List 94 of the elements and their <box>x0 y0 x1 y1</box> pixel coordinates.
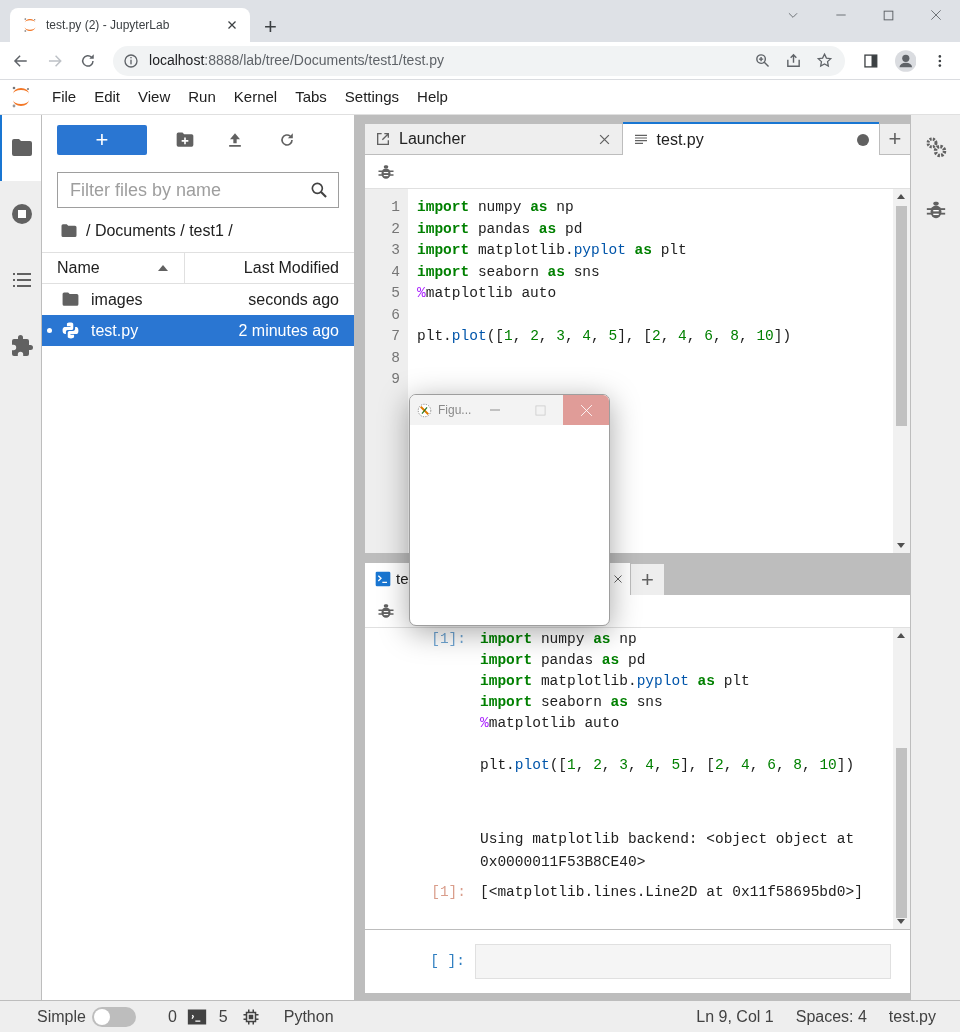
bug-icon[interactable] <box>377 162 395 181</box>
editor-tab[interactable]: test.py <box>622 122 880 155</box>
close-icon <box>579 403 593 417</box>
filter-field[interactable]: Filter files by name <box>57 172 339 208</box>
add-tab-button[interactable]: + <box>880 124 910 155</box>
code-line: import seaborn as sns <box>417 262 601 282</box>
bug-icon[interactable] <box>924 199 947 221</box>
line-number: 1 <box>390 198 400 217</box>
code-line: import pandas as pd <box>480 651 647 670</box>
code-line: import numpy as np <box>480 630 638 649</box>
kernel-name[interactable]: Python <box>283 1004 334 1029</box>
activity-tab[interactable] <box>0 115 41 181</box>
breadcrumb-path[interactable]: / Documents / test1 / <box>86 219 233 243</box>
editor-tab[interactable]: Launcher <box>365 124 622 155</box>
folder-icon <box>61 290 80 309</box>
side-panel-icon[interactable] <box>862 52 879 69</box>
share-icon[interactable] <box>784 52 802 69</box>
console-input-field[interactable] <box>475 944 891 979</box>
puzzle-icon <box>9 334 34 358</box>
line-number: 5 <box>390 284 400 303</box>
profile-icon[interactable] <box>894 49 917 72</box>
file-name: test.py <box>91 320 140 341</box>
file-name: images <box>91 289 144 310</box>
kernel-count: 5 <box>218 1006 228 1027</box>
stdout-text: Using matplotlib backend: <object object at 0x0000011F53B8CE40> <box>480 830 856 872</box>
close-icon[interactable] <box>612 573 624 585</box>
bug-icon[interactable] <box>377 602 395 620</box>
line-number: 8 <box>390 348 400 368</box>
file-row[interactable]: images seconds ago <box>42 284 354 315</box>
cursor-position[interactable]: Ln 9, Col 1 <box>696 1004 774 1029</box>
menu-item[interactable]: File <box>44 85 85 109</box>
new-tab-button[interactable]: + <box>264 16 277 38</box>
column-header[interactable]: Name <box>42 253 185 283</box>
menu-item[interactable]: Run <box>180 85 224 109</box>
menu-item[interactable]: View <box>130 85 179 109</box>
scrollbar[interactable] <box>893 628 910 929</box>
line-number: 6 <box>390 305 400 325</box>
sort-up-icon <box>157 264 169 272</box>
close-icon[interactable] <box>226 19 238 31</box>
menu-item[interactable]: Help <box>409 85 456 109</box>
scrollbar[interactable] <box>893 189 910 553</box>
figure-app-icon <box>417 402 432 418</box>
simple-mode-toggle[interactable] <box>91 1006 136 1027</box>
menu-item[interactable]: Edit <box>86 85 129 109</box>
terminal-icon <box>375 571 391 587</box>
url-text: localhost:8888/lab/tree/Documents/test1/test.py <box>149 51 445 70</box>
new-folder-icon[interactable] <box>175 130 195 150</box>
code-line: import numpy as np <box>417 198 575 217</box>
add-tab-button[interactable]: + <box>631 564 664 595</box>
search-icon <box>309 180 329 200</box>
tab-title: test.py (2) - JupyterLab <box>46 17 171 34</box>
info-icon <box>123 52 139 69</box>
line-number: 7 <box>390 327 400 346</box>
jupyter-logo-icon <box>22 17 38 33</box>
prompt-label: [ ]: <box>430 952 465 969</box>
output-text: [<matplotlib.lines.Line2D at 0x11f58695bd0>] <box>480 883 864 902</box>
prompt-label: [1]: <box>431 884 466 900</box>
chip-icon[interactable] <box>241 1007 260 1026</box>
prompt-label: [1]: <box>431 631 466 647</box>
code-line: import seaborn as sns <box>480 693 664 712</box>
indent-setting[interactable]: Spaces: 4 <box>795 1004 867 1029</box>
menu-item[interactable]: Settings <box>336 85 408 109</box>
terminal-count: 0 <box>167 1006 177 1027</box>
python-icon <box>61 321 80 340</box>
mode-label: Simple <box>37 1006 86 1027</box>
menu-item[interactable]: Tabs <box>287 85 335 109</box>
window-title: Figu... <box>438 402 472 419</box>
code-line: plt.plot([1, 2, 3, 4, 5], [2, 4, 6, 8, 10]) <box>417 327 793 346</box>
modified-time: seconds ago <box>248 289 339 310</box>
stop-circle-icon <box>9 202 34 226</box>
line-number: 4 <box>390 262 400 282</box>
folder-icon[interactable] <box>60 222 78 240</box>
star-icon[interactable] <box>815 52 833 69</box>
selected-dot-icon <box>47 328 52 333</box>
code-line: import matplotlib.pyplot as plt <box>480 672 751 691</box>
zoom-icon[interactable] <box>753 52 771 69</box>
code-line: import pandas as pd <box>417 219 584 239</box>
code-line: %matplotlib auto <box>480 714 621 733</box>
code-line: import matplotlib.pyplot as plt <box>417 241 688 260</box>
modified-time: 2 minutes ago <box>238 320 339 341</box>
file-row[interactable]: test.py 2 minutes ago <box>42 315 354 346</box>
line-number: 2 <box>390 219 400 239</box>
file-name: test.py <box>888 1006 936 1027</box>
address-bar[interactable]: localhost:8888/lab/tree/Documents/test1/test.py <box>113 45 845 76</box>
new-launcher-button[interactable]: + <box>57 125 147 155</box>
browser-tab[interactable]: test.py (2) - JupyterLab <box>10 8 250 42</box>
launch-icon <box>375 131 391 147</box>
line-number: 9 <box>390 370 400 389</box>
menu-item[interactable]: Kernel <box>225 85 286 109</box>
code-line: plt.plot([1, 2, 3, 4, 5], [2, 4, 6, 8, 10]) <box>480 756 856 775</box>
line-number: 3 <box>390 241 400 260</box>
column-header[interactable]: Last Modified <box>185 253 354 283</box>
code-line: %matplotlib auto <box>417 284 558 303</box>
maximize-icon[interactable] <box>882 8 895 22</box>
